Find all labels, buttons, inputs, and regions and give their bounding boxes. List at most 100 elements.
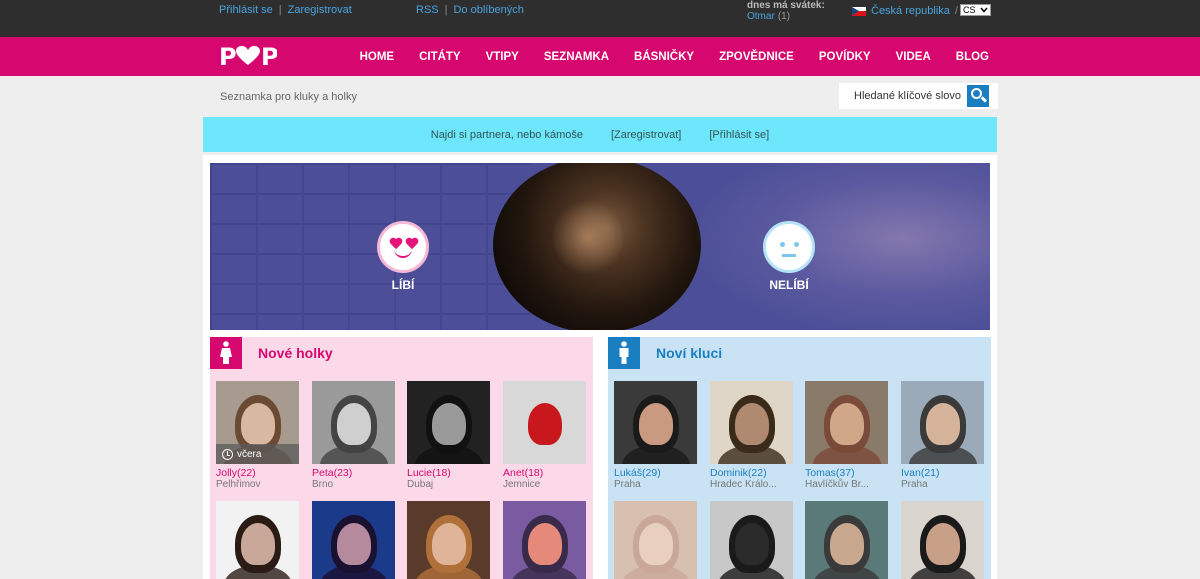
- nameday-count: (1): [777, 11, 791, 22]
- site-logo[interactable]: P P: [219, 44, 277, 68]
- hero-background-left: [210, 163, 530, 330]
- new-boys-title: Noví kluci: [656, 345, 723, 361]
- nav-home[interactable]: HOME: [360, 51, 395, 63]
- profile-photo-thumbnail[interactable]: [710, 501, 793, 579]
- search-input[interactable]: [839, 90, 967, 102]
- info-text: Najdi si partnera, nebo kámoše: [430, 128, 583, 141]
- login-link[interactable]: Přihlásit se: [219, 4, 273, 16]
- profile-photo-thumbnail[interactable]: [805, 501, 888, 579]
- country-separator: /: [954, 5, 958, 17]
- separator: |: [278, 4, 282, 16]
- new-girls-title: Nové holky: [258, 345, 333, 361]
- country-link[interactable]: Česká republika: [871, 5, 950, 17]
- profile-card[interactable]: včera Jolly(22) Pelhřimov: [216, 381, 299, 490]
- info-register-link[interactable]: [Zaregistrovat]: [611, 129, 681, 141]
- profile-card[interactable]: [312, 501, 395, 579]
- profile-name[interactable]: Dominik(22): [710, 467, 793, 479]
- profile-photo-thumbnail[interactable]: [710, 381, 793, 464]
- profile-card[interactable]: Ivan(21) Praha: [901, 381, 984, 490]
- svg-text:P: P: [261, 44, 277, 68]
- profile-name[interactable]: Jolly(22): [216, 467, 299, 479]
- nameday-title: dnes má svátek:: [747, 0, 825, 11]
- profile-photo-thumbnail[interactable]: [805, 381, 888, 464]
- profile-card[interactable]: [614, 501, 697, 579]
- profile-card[interactable]: [503, 501, 586, 579]
- language-select[interactable]: CS: [960, 4, 991, 16]
- feed-links: RSS | Do oblíbených: [416, 4, 524, 16]
- profile-photo-thumbnail[interactable]: [614, 381, 697, 464]
- search-box: [839, 83, 998, 109]
- info-login-link[interactable]: [Přihlásit se]: [709, 129, 769, 141]
- vote-hero: LÍBÍ NELÍBÍ: [210, 163, 990, 330]
- profile-photo-thumbnail[interactable]: [901, 381, 984, 464]
- separator: |: [444, 4, 448, 16]
- profile-photo-thumbnail[interactable]: [503, 381, 586, 464]
- profile-card[interactable]: Lucie(18) Dubaj: [407, 381, 490, 490]
- last-seen-badge: včera: [216, 444, 299, 464]
- main-menu: HOME CITÁTY VTIPY SEZNAMKA BÁSNIČKY ZPOV…: [360, 37, 989, 76]
- profile-photo-thumbnail[interactable]: [407, 381, 490, 464]
- nav-citaty[interactable]: CITÁTY: [419, 51, 461, 63]
- profile-card[interactable]: Peta(23) Brno: [312, 381, 395, 490]
- profile-card[interactable]: [407, 501, 490, 579]
- nav-vtipy[interactable]: VTIPY: [486, 51, 519, 63]
- chevron-down-icon: [980, 7, 988, 13]
- search-button[interactable]: [967, 85, 989, 107]
- nav-blog[interactable]: BLOG: [956, 51, 989, 63]
- nameday-name[interactable]: Otmar: [747, 11, 775, 22]
- profile-photo-thumbnail[interactable]: včera: [216, 381, 299, 464]
- profile-name[interactable]: Lucie(18): [407, 467, 490, 479]
- profile-photo-thumbnail[interactable]: [312, 381, 395, 464]
- nav-videa[interactable]: VIDEA: [896, 51, 931, 63]
- profile-photo[interactable]: [493, 163, 701, 330]
- profile-name[interactable]: Anet(18): [503, 467, 586, 479]
- profile-card[interactable]: [710, 501, 793, 579]
- profile-name[interactable]: Tomas(37): [805, 467, 888, 479]
- profile-city: Hradec Králo...: [710, 479, 777, 490]
- profile-photo-thumbnail[interactable]: [216, 501, 299, 579]
- profile-card[interactable]: Dominik(22) Hradec Králo...: [710, 381, 793, 490]
- profile-city: Havlíčkův Br...: [805, 479, 869, 490]
- like-label: LÍBÍ: [391, 278, 415, 292]
- profile-card[interactable]: [901, 501, 984, 579]
- profile-card[interactable]: Anet(18) Jemnice: [503, 381, 586, 490]
- nav-basnicky[interactable]: BÁSNIČKY: [634, 51, 694, 63]
- profile-name[interactable]: Ivan(21): [901, 467, 984, 479]
- nav-povidky[interactable]: POVÍDKY: [819, 51, 871, 63]
- hero-background-right: [700, 163, 990, 330]
- neutral-face-icon: [763, 221, 815, 273]
- last-seen-text: včera: [237, 448, 262, 460]
- top-bar: Přihlásit se | Zaregistrovat RSS | Do ob…: [0, 0, 1200, 37]
- female-icon: [210, 337, 242, 369]
- profile-city: Jemnice: [503, 479, 541, 490]
- svg-text:P: P: [219, 44, 237, 68]
- profile-photo-thumbnail[interactable]: [503, 501, 586, 579]
- profile-name[interactable]: Peta(23): [312, 467, 395, 479]
- profile-card[interactable]: Lukáš(29) Praha: [614, 381, 697, 490]
- profile-name[interactable]: Lukáš(29): [614, 467, 697, 479]
- pop-logo-icon: P P: [219, 44, 277, 68]
- nav-seznamka[interactable]: SEZNAMKA: [544, 51, 609, 63]
- like-button[interactable]: LÍBÍ: [377, 221, 429, 292]
- profile-city: Praha: [901, 479, 928, 490]
- profile-card[interactable]: [805, 501, 888, 579]
- profile-photo-thumbnail[interactable]: [312, 501, 395, 579]
- clock-icon: [222, 448, 233, 460]
- nav-zpovednice[interactable]: ZPOVĚDNICE: [719, 51, 794, 63]
- heart-eyes-icon: [377, 221, 429, 273]
- rss-link[interactable]: RSS: [416, 4, 439, 16]
- profile-photo-thumbnail[interactable]: [614, 501, 697, 579]
- profile-card[interactable]: Tomas(37) Havlíčkův Br...: [805, 381, 888, 490]
- profile-photo-thumbnail[interactable]: [901, 501, 984, 579]
- profile-photo-thumbnail[interactable]: [407, 501, 490, 579]
- account-links: Přihlásit se | Zaregistrovat: [219, 4, 352, 16]
- language-value: CS: [963, 5, 976, 15]
- country-selector: Česká republika /: [852, 5, 958, 17]
- profile-card[interactable]: [216, 501, 299, 579]
- profile-city: Dubaj: [407, 479, 434, 490]
- dislike-button[interactable]: NELÍBÍ: [763, 221, 815, 292]
- favorites-link[interactable]: Do oblíbených: [453, 4, 523, 16]
- profile-city: Praha: [614, 479, 641, 490]
- register-link[interactable]: Zaregistrovat: [288, 4, 352, 16]
- male-icon: [608, 337, 640, 369]
